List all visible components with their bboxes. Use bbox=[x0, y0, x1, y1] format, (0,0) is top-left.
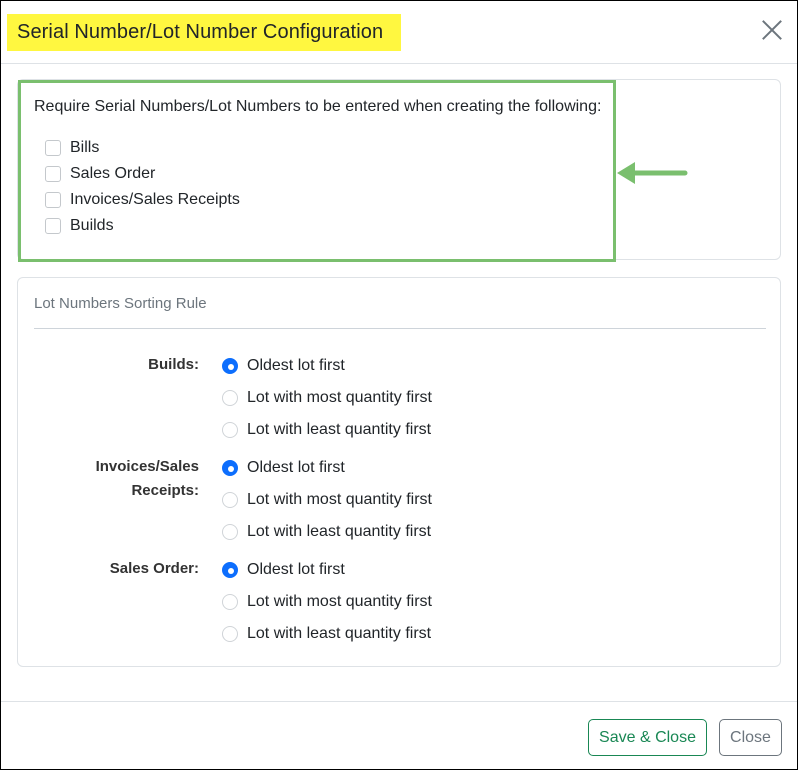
radio-button[interactable] bbox=[222, 562, 238, 578]
radio-invoices-least[interactable]: Lot with least quantity first bbox=[222, 521, 431, 543]
radio-label: Oldest lot first bbox=[247, 561, 345, 578]
checkbox-bills[interactable]: Bills bbox=[45, 138, 99, 158]
close-icon[interactable] bbox=[761, 19, 783, 41]
checkbox-invoices-sales-receipts[interactable]: Invoices/Sales Receipts bbox=[45, 190, 240, 210]
radio-label: Lot with most quantity first bbox=[247, 491, 432, 508]
radio-sales-order-most[interactable]: Lot with most quantity first bbox=[222, 591, 432, 613]
group-label-builds: Builds: bbox=[148, 356, 199, 373]
radio-invoices-oldest[interactable]: Oldest lot first bbox=[222, 457, 345, 479]
checkbox-label: Builds bbox=[70, 217, 114, 234]
radio-builds-oldest[interactable]: Oldest lot first bbox=[222, 355, 345, 377]
radio-button[interactable] bbox=[222, 460, 238, 476]
checkbox-box[interactable] bbox=[45, 166, 61, 182]
checkbox-label: Invoices/Sales Receipts bbox=[70, 191, 240, 208]
radio-sales-order-oldest[interactable]: Oldest lot first bbox=[222, 559, 345, 581]
checkbox-box[interactable] bbox=[45, 140, 61, 156]
radio-label: Lot with most quantity first bbox=[247, 389, 432, 406]
radio-label: Lot with least quantity first bbox=[247, 421, 432, 438]
sorting-divider bbox=[34, 328, 766, 329]
radio-label: Oldest lot first bbox=[247, 357, 345, 374]
radio-label: Lot with most quantity first bbox=[247, 593, 432, 610]
require-instruction: Require Serial Numbers/Lot Numbers to be… bbox=[34, 98, 602, 115]
footer-divider bbox=[1, 701, 797, 702]
save-close-button[interactable]: Save & Close bbox=[588, 719, 707, 756]
dialog: Serial Number/Lot Number Configuration R… bbox=[0, 0, 798, 770]
radio-invoices-most[interactable]: Lot with most quantity first bbox=[222, 489, 432, 511]
group-label-invoices-line1: Invoices/Sales bbox=[95, 458, 199, 475]
radio-button[interactable] bbox=[222, 422, 238, 438]
radio-label: Oldest lot first bbox=[247, 459, 345, 476]
radio-builds-most[interactable]: Lot with most quantity first bbox=[222, 387, 432, 409]
checkbox-box[interactable] bbox=[45, 192, 61, 208]
radio-button[interactable] bbox=[222, 358, 238, 374]
checkbox-label: Bills bbox=[70, 139, 100, 156]
radio-label: Lot with least quantity first bbox=[247, 523, 432, 540]
radio-button[interactable] bbox=[222, 524, 238, 540]
arrow-left-icon bbox=[617, 162, 688, 184]
dialog-title: Serial Number/Lot Number Configuration bbox=[17, 21, 384, 43]
sorting-title: Lot Numbers Sorting Rule bbox=[34, 295, 207, 312]
checkbox-sales-order[interactable]: Sales Order bbox=[45, 164, 155, 184]
close-button[interactable]: Close bbox=[719, 719, 782, 756]
radio-button[interactable] bbox=[222, 492, 238, 508]
group-label-sales-order: Sales Order: bbox=[109, 560, 199, 577]
header-divider bbox=[1, 63, 797, 64]
title-highlight: Serial Number/Lot Number Configuration bbox=[7, 14, 402, 51]
radio-sales-order-least[interactable]: Lot with least quantity first bbox=[222, 623, 431, 645]
checkbox-label: Sales Order bbox=[70, 165, 156, 182]
group-label-invoices-line2: Receipts: bbox=[131, 482, 199, 499]
checkbox-builds[interactable]: Builds bbox=[45, 216, 114, 236]
radio-builds-least[interactable]: Lot with least quantity first bbox=[222, 419, 431, 441]
radio-button[interactable] bbox=[222, 390, 238, 406]
radio-button[interactable] bbox=[222, 626, 238, 642]
radio-label: Lot with least quantity first bbox=[247, 625, 432, 642]
checkbox-box[interactable] bbox=[45, 218, 61, 234]
radio-button[interactable] bbox=[222, 594, 238, 610]
